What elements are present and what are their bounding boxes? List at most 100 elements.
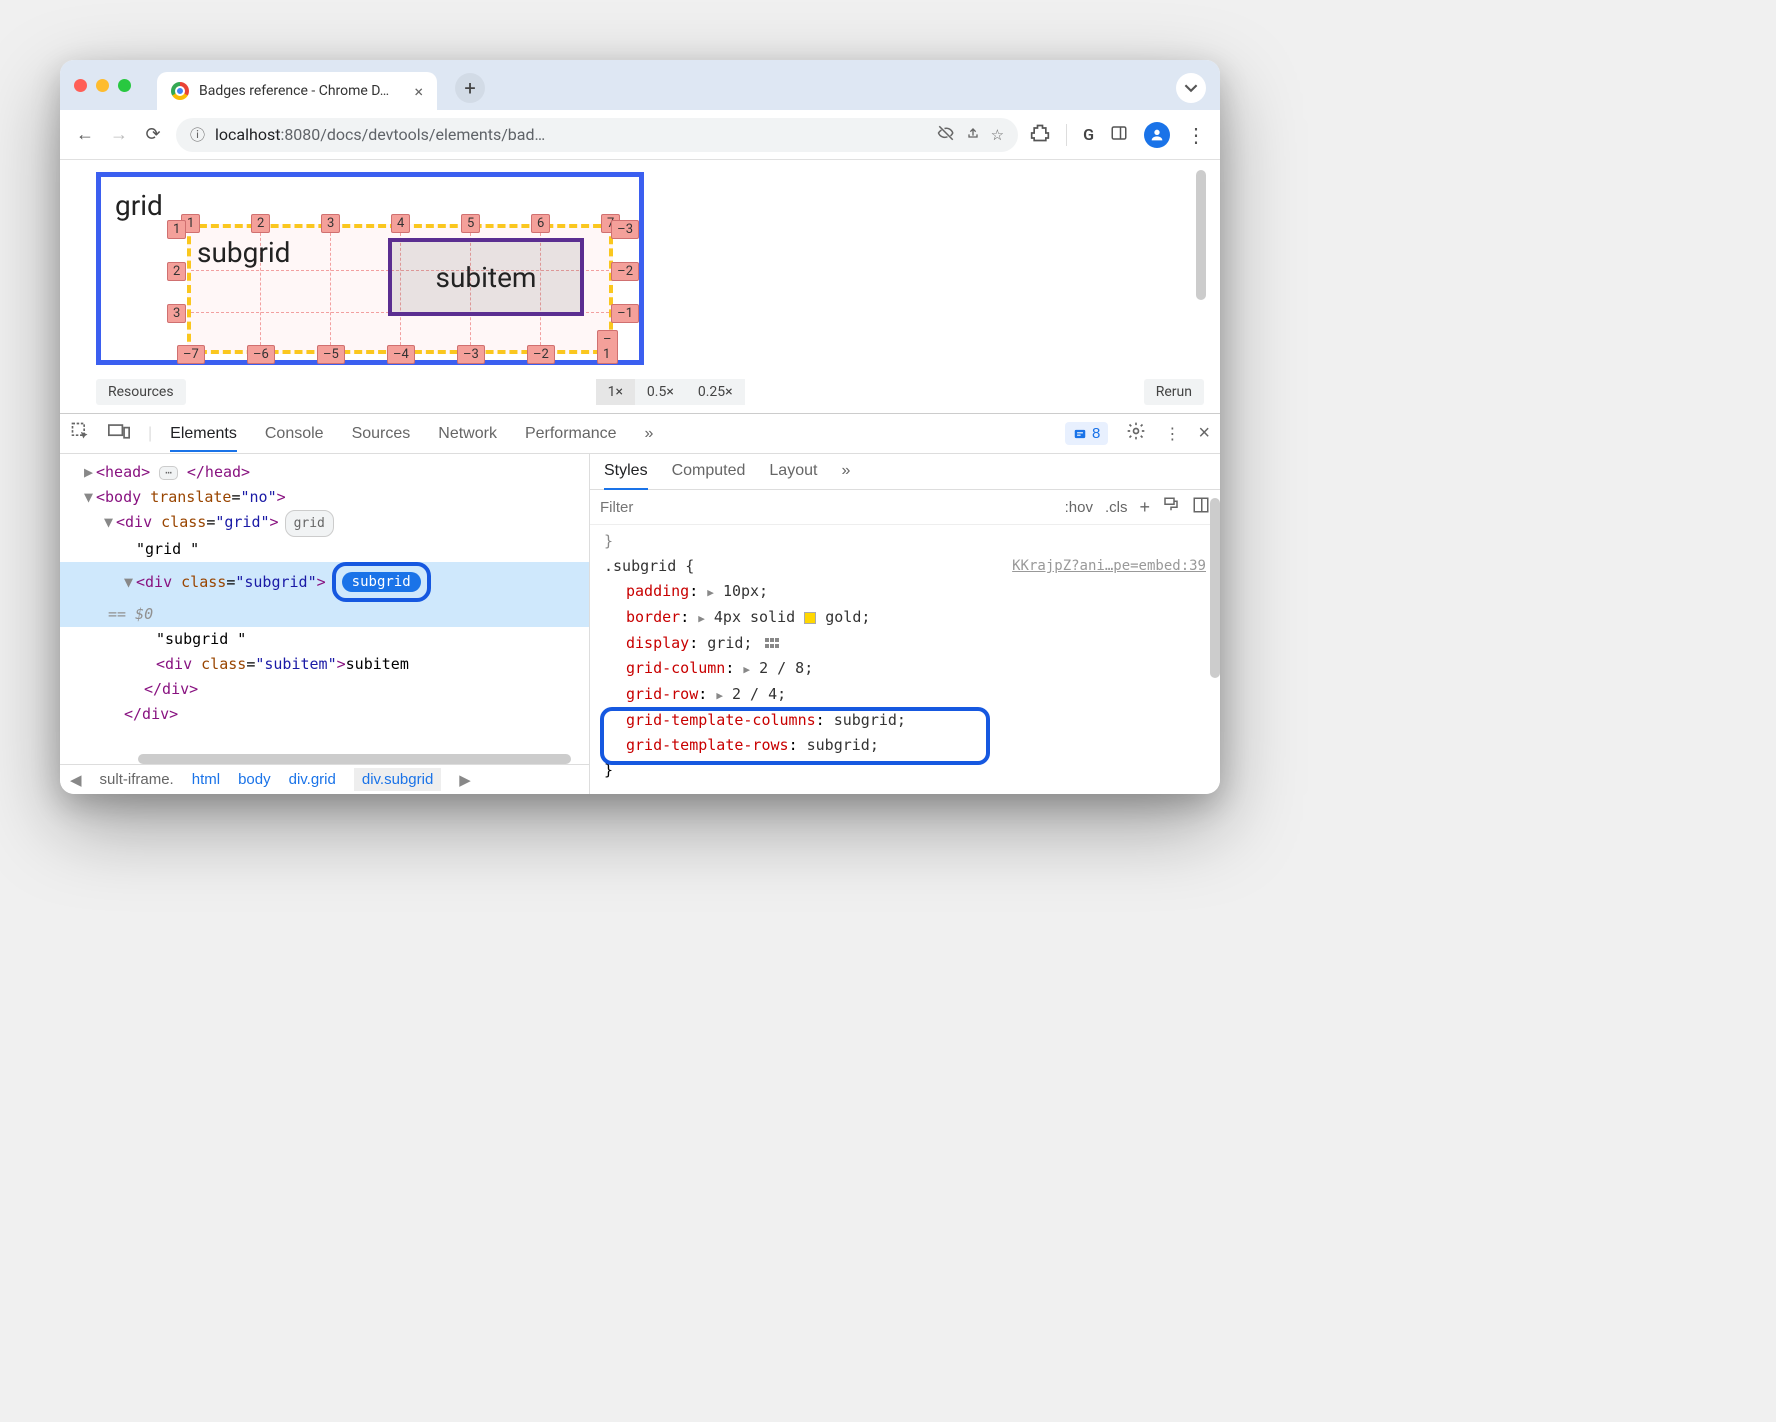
subitem-label: subitem	[436, 261, 537, 294]
tab-elements[interactable]: Elements	[170, 425, 237, 452]
device-toggle-icon[interactable]	[108, 422, 130, 445]
grid-line-num: –3	[457, 345, 485, 364]
grid-icon[interactable]	[765, 638, 779, 650]
grid-label: grid	[115, 189, 163, 222]
zoom-05x[interactable]: 0.5×	[635, 379, 686, 405]
grid-line-num: –5	[317, 345, 345, 364]
breadcrumbs: ◀ sult-iframe. html body div.grid div.su…	[60, 764, 589, 794]
resources-button[interactable]: Resources	[96, 379, 186, 405]
styles-filter-input[interactable]	[600, 499, 1053, 516]
profile-avatar[interactable]	[1144, 122, 1170, 148]
divider	[1066, 124, 1067, 146]
elements-scrollbar[interactable]	[138, 754, 571, 764]
minimize-window-icon[interactable]	[96, 79, 109, 92]
grid-line-num: 2	[167, 262, 186, 281]
tabs-overflow-icon[interactable]: »	[841, 462, 850, 489]
grid-container: grid subgrid subitem 1 2 3 4 5 6 7	[96, 172, 644, 365]
grid-badge[interactable]: grid	[285, 510, 334, 537]
settings-gear-icon[interactable]	[1126, 421, 1146, 446]
close-window-icon[interactable]	[74, 79, 87, 92]
styles-panel: Styles Computed Layout » :hov .cls + } .…	[590, 454, 1220, 794]
bc-item[interactable]: body	[238, 771, 271, 788]
address-bar[interactable]: ⓘ localhost:8080/docs/devtools/elements/…	[176, 118, 1018, 152]
chrome-icon	[171, 82, 189, 100]
demo-toolbar: Resources 1× 0.5× 0.25× Rerun	[96, 379, 1204, 405]
zoom-025x[interactable]: 0.25×	[686, 379, 745, 405]
dom-text: "grid "	[84, 537, 589, 562]
bc-item[interactable]: html	[192, 771, 220, 788]
site-info-icon[interactable]: ⓘ	[190, 124, 205, 145]
maximize-window-icon[interactable]	[118, 79, 131, 92]
breadcrumb-prev-icon[interactable]: ◀	[70, 771, 82, 789]
extensions-icon[interactable]	[1030, 123, 1050, 147]
breadcrumb-next-icon[interactable]: ▶	[459, 771, 471, 789]
kebab-menu-icon[interactable]: ⋮	[1186, 123, 1206, 147]
rule-source[interactable]: KKrajpZ?ani…pe=embed:39	[1012, 554, 1206, 579]
browser-toolbar: ← → ⟳ ⓘ localhost:8080/docs/devtools/ele…	[60, 110, 1220, 160]
grid-line-num: –7	[177, 345, 205, 364]
grid-line-num: –1	[611, 304, 639, 323]
tab-title: Badges reference - Chrome D…	[199, 83, 389, 99]
dom-close-tag: </div>	[144, 680, 198, 698]
back-button[interactable]: ←	[74, 124, 96, 145]
tab-performance[interactable]: Performance	[525, 425, 617, 443]
dollar-zero: == $0	[60, 602, 589, 627]
google-g-icon[interactable]: G	[1083, 125, 1094, 144]
titlebar: Badges reference - Chrome D… × +	[60, 60, 1220, 110]
dom-tree[interactable]: ▶<head> ⋯ </head> ▼<body translate="no">…	[60, 454, 589, 727]
paint-icon[interactable]	[1162, 496, 1180, 518]
ellipsis-icon[interactable]: ⋯	[159, 466, 178, 480]
reload-button[interactable]: ⟳	[142, 124, 164, 145]
styles-body[interactable]: } .subgrid {KKrajpZ?ani…pe=embed:39 padd…	[590, 525, 1220, 787]
zoom-1x[interactable]: 1×	[596, 379, 635, 405]
browser-window: Badges reference - Chrome D… × + ← → ⟳ ⓘ…	[60, 60, 1220, 794]
inspect-icon[interactable]	[70, 421, 90, 446]
new-rule-icon[interactable]: +	[1139, 497, 1150, 518]
dom-selected-row[interactable]: ▼<div class="subgrid"> subgrid	[60, 562, 589, 602]
viewport-scrollbar[interactable]	[1196, 170, 1206, 300]
close-devtools-icon[interactable]: ×	[1198, 422, 1210, 445]
bc-item[interactable]: sult-iframe.	[100, 771, 174, 788]
grid-line-num: –1	[597, 330, 618, 364]
bc-item[interactable]: div.grid	[289, 771, 336, 788]
tab-network[interactable]: Network	[438, 425, 497, 443]
bookmark-star-icon[interactable]: ☆	[991, 126, 1004, 144]
tab-styles[interactable]: Styles	[604, 462, 648, 490]
tab-sources[interactable]: Sources	[352, 425, 411, 443]
eye-off-icon[interactable]	[937, 124, 955, 146]
tab-computed[interactable]: Computed	[672, 462, 746, 489]
traffic-lights	[74, 79, 131, 92]
page-viewport: grid subgrid subitem 1 2 3 4 5 6 7	[60, 160, 1220, 413]
hov-toggle[interactable]: :hov	[1065, 499, 1093, 516]
chevron-down-icon	[1184, 81, 1198, 95]
tabs-overflow-button[interactable]	[1176, 73, 1206, 103]
dom-text: "subgrid "	[84, 627, 589, 652]
devtools-body: ▶<head> ⋯ </head> ▼<body translate="no">…	[60, 454, 1220, 794]
subgrid-container: subgrid subitem 1 2 3 4 5 6 7 1 2 3 –3 –…	[187, 224, 613, 354]
browser-tab[interactable]: Badges reference - Chrome D… ×	[157, 72, 437, 110]
cls-toggle[interactable]: .cls	[1105, 499, 1128, 516]
computed-panel-icon[interactable]	[1192, 496, 1210, 518]
issues-badge[interactable]: 8	[1065, 422, 1108, 445]
side-panel-icon[interactable]	[1110, 124, 1128, 146]
share-icon[interactable]	[965, 125, 981, 145]
subgrid-badge[interactable]: subgrid	[342, 572, 421, 592]
styles-toolbar: :hov .cls +	[590, 490, 1220, 525]
kebab-menu-icon[interactable]: ⋮	[1164, 424, 1180, 444]
tab-console[interactable]: Console	[265, 425, 324, 443]
tab-layout[interactable]: Layout	[769, 462, 817, 489]
bc-active[interactable]: div.subgrid	[354, 768, 441, 791]
grid-line-num: 3	[321, 214, 340, 233]
grid-line-num: 1	[167, 220, 186, 239]
grid-line-num: 2	[251, 214, 270, 233]
grid-line-num: –2	[527, 345, 555, 364]
grid-line-num: –6	[247, 345, 275, 364]
styles-tabs: Styles Computed Layout »	[590, 454, 1220, 490]
close-tab-icon[interactable]: ×	[414, 82, 423, 101]
dom-head-close: </head>	[187, 463, 250, 481]
color-swatch[interactable]	[804, 612, 816, 624]
rerun-button[interactable]: Rerun	[1144, 379, 1204, 405]
rule-selector: .subgrid {	[604, 557, 694, 575]
new-tab-button[interactable]: +	[455, 73, 485, 103]
tabs-overflow-icon[interactable]: »	[645, 425, 654, 443]
